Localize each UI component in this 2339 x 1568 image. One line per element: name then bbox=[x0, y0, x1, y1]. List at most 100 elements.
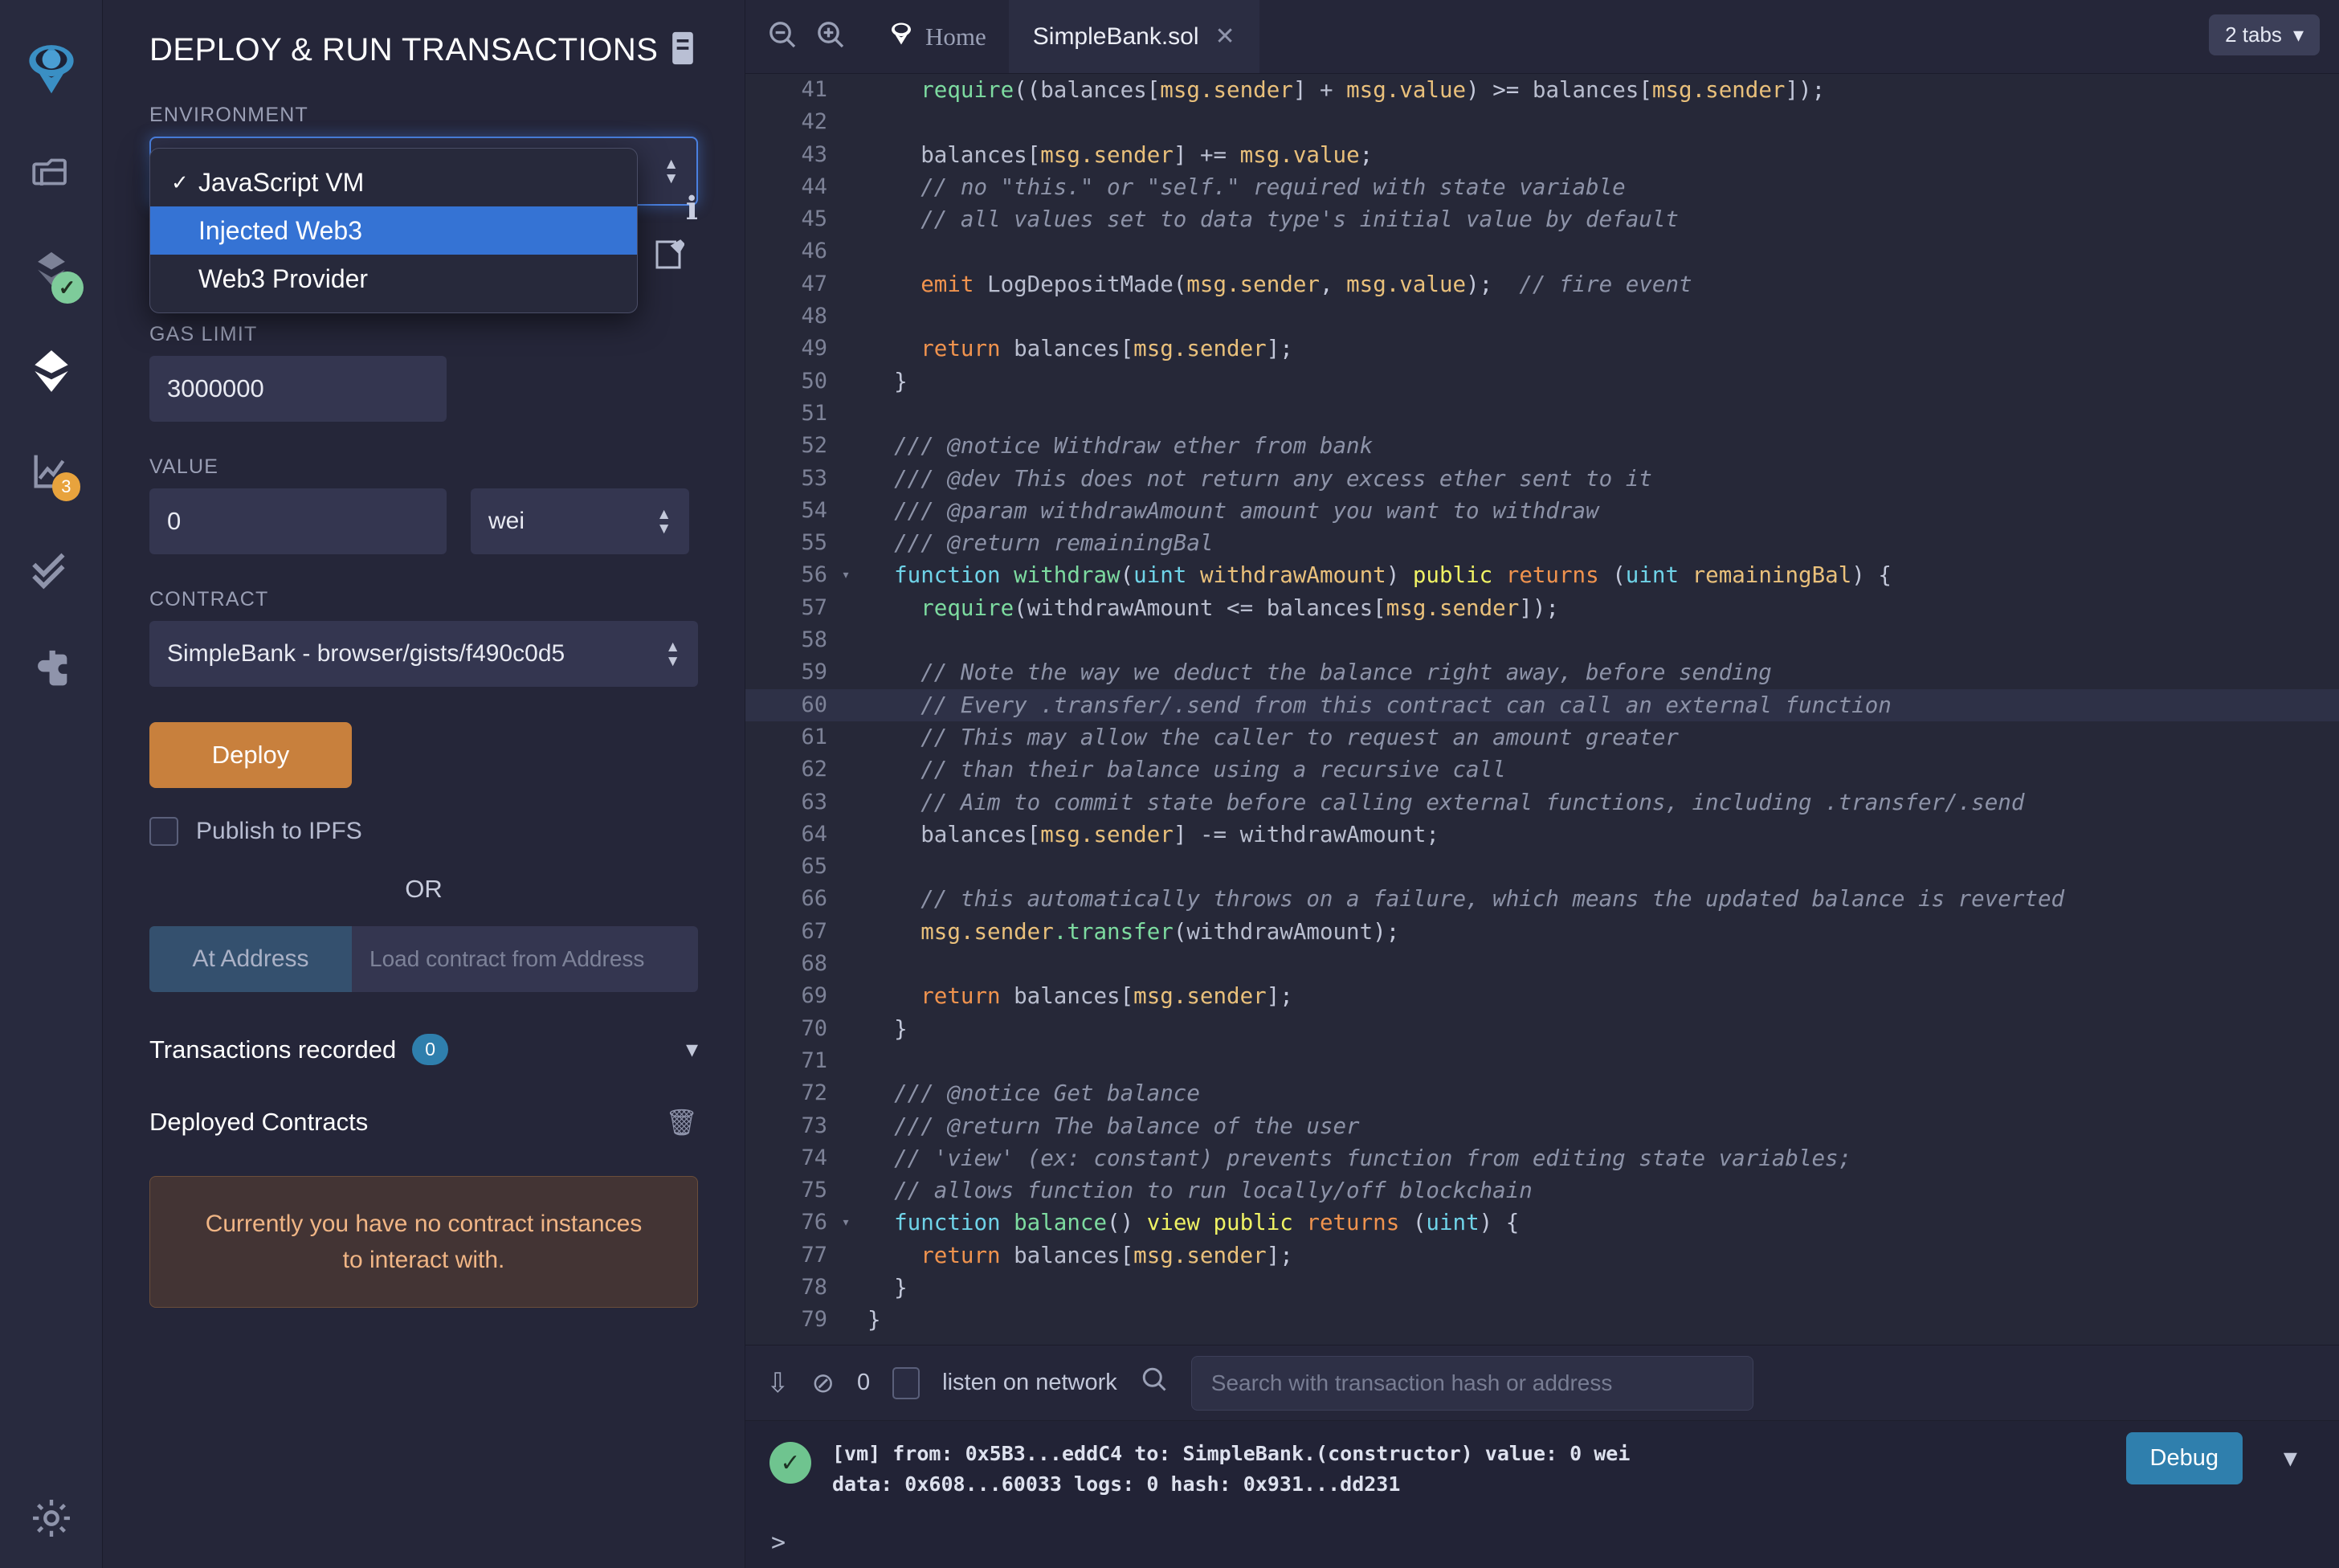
code-line[interactable]: 49 return balances[msg.sender]; bbox=[745, 333, 2339, 365]
code-line[interactable]: 63 // Aim to commit state before calling… bbox=[745, 786, 2339, 819]
dropdown-option-javascript-vm[interactable]: ✓ JavaScript VM bbox=[150, 158, 637, 206]
gas-limit-value: 3000000 bbox=[167, 374, 264, 403]
code-line[interactable]: 52 /// @notice Withdraw ether from bank bbox=[745, 430, 2339, 462]
code-line[interactable]: 78 } bbox=[745, 1272, 2339, 1304]
code-line[interactable]: 69 return balances[msg.sender]; bbox=[745, 980, 2339, 1012]
unit-spinner-icon[interactable]: ▲▼ bbox=[656, 509, 671, 534]
log-entry[interactable]: ✓ [vm] from: 0x5B3...eddC4 to: SimpleBan… bbox=[769, 1439, 2315, 1500]
tab-home[interactable]: Home bbox=[864, 0, 1009, 73]
code-line[interactable]: 51 bbox=[745, 398, 2339, 430]
code-line[interactable]: 79} bbox=[745, 1304, 2339, 1336]
deployed-contracts-row[interactable]: Deployed Contracts 🗑 bbox=[149, 1107, 698, 1137]
fold-toggle-icon[interactable]: ▾ bbox=[835, 1207, 856, 1239]
transactions-recorded-row[interactable]: Transactions recorded 0 ▾ bbox=[149, 1034, 698, 1065]
code-line[interactable]: 59 // Note the way we deduct the balance… bbox=[745, 656, 2339, 688]
document-icon[interactable] bbox=[667, 31, 698, 70]
value-unit-select[interactable]: wei ▲▼ bbox=[471, 488, 689, 554]
code-text: return balances[msg.sender]; bbox=[856, 333, 1293, 365]
value-input[interactable]: 0 bbox=[149, 488, 447, 554]
contract-spinner-icon[interactable]: ▲▼ bbox=[665, 642, 680, 667]
code-text: } bbox=[856, 1013, 908, 1045]
listen-on-network-checkbox[interactable] bbox=[892, 1367, 920, 1399]
at-address-input[interactable]: Load contract from Address bbox=[352, 926, 698, 992]
code-line[interactable]: 47 emit LogDepositMade(msg.sender, msg.v… bbox=[745, 268, 2339, 300]
deploy-button[interactable]: Deploy bbox=[149, 722, 352, 788]
code-line[interactable]: 56▾ function withdraw(uint withdrawAmoun… bbox=[745, 559, 2339, 591]
code-line[interactable]: 71 bbox=[745, 1045, 2339, 1077]
code-line[interactable]: 54 /// @param withdrawAmount amount you … bbox=[745, 495, 2339, 527]
fold-toggle-icon[interactable]: ▾ bbox=[835, 559, 856, 591]
contract-select[interactable]: SimpleBank - browser/gists/f490c0d5 ▲▼ bbox=[149, 621, 698, 687]
chevron-down-icon[interactable]: ▾ bbox=[2284, 1442, 2297, 1474]
info-icon[interactable]: ℹ bbox=[686, 190, 698, 227]
code-line[interactable]: 61 // This may allow the caller to reque… bbox=[745, 721, 2339, 753]
code-line[interactable]: 66 // this automatically throws on a fai… bbox=[745, 883, 2339, 915]
zoom-out-icon[interactable] bbox=[766, 18, 798, 55]
debug-button[interactable]: Debug bbox=[2126, 1432, 2243, 1484]
debugger-icon[interactable]: 3 bbox=[0, 421, 103, 521]
code-line[interactable]: 53 /// @dev This does not return any exc… bbox=[745, 463, 2339, 495]
code-line[interactable]: 64 balances[msg.sender] -= withdrawAmoun… bbox=[745, 819, 2339, 851]
line-number: 67 bbox=[745, 916, 835, 948]
transactions-recorded-label: Transactions recorded bbox=[149, 1035, 396, 1064]
chevrons-down-icon[interactable]: ⇩ bbox=[766, 1367, 790, 1399]
analysis-icon[interactable] bbox=[0, 521, 103, 620]
code-line[interactable]: 45 // all values set to data type's init… bbox=[745, 203, 2339, 235]
code-text: return balances[msg.sender]; bbox=[856, 980, 1293, 1012]
code-line[interactable]: 62 // than their balance using a recursi… bbox=[745, 753, 2339, 786]
search-icon[interactable] bbox=[1140, 1365, 1169, 1401]
chevron-down-icon[interactable]: ▾ bbox=[686, 1035, 698, 1064]
deployed-contracts-label: Deployed Contracts bbox=[149, 1108, 368, 1137]
solidity-compiler-icon[interactable]: ✓ bbox=[0, 222, 103, 321]
dropdown-option-web3-provider[interactable]: Web3 Provider bbox=[150, 255, 637, 303]
code-line[interactable]: 43 balances[msg.sender] += msg.value; bbox=[745, 139, 2339, 171]
code-text: // This may allow the caller to request … bbox=[856, 721, 1679, 753]
code-line[interactable]: 68 bbox=[745, 948, 2339, 980]
at-address-button[interactable]: At Address bbox=[149, 926, 352, 992]
code-line[interactable]: 48 bbox=[745, 300, 2339, 333]
code-line[interactable]: 70 } bbox=[745, 1013, 2339, 1045]
plugin-manager-icon[interactable] bbox=[0, 620, 103, 720]
code-line[interactable]: 41 require((balances[msg.sender] + msg.v… bbox=[745, 74, 2339, 106]
code-line[interactable]: 73 /// @return The balance of the user bbox=[745, 1110, 2339, 1142]
code-line[interactable]: 42 bbox=[745, 106, 2339, 138]
code-line[interactable]: 76▾ function balance() view public retur… bbox=[745, 1207, 2339, 1239]
settings-icon[interactable] bbox=[0, 1468, 103, 1568]
deploy-run-icon[interactable] bbox=[0, 321, 103, 421]
publish-ipfs-checkbox[interactable] bbox=[149, 817, 178, 846]
environment-spinner-icon[interactable]: ▲▼ bbox=[663, 159, 679, 184]
code-line[interactable]: 60 // Every .transfer/.send from this co… bbox=[745, 689, 2339, 721]
code-line[interactable]: 58 bbox=[745, 624, 2339, 656]
code-line[interactable]: 44 // no "this." or "self." required wit… bbox=[745, 171, 2339, 203]
tab-simplebank-sol[interactable]: SimpleBank.sol ✕ bbox=[1009, 0, 1259, 73]
code-line[interactable]: 75 // allows function to run locally/off… bbox=[745, 1174, 2339, 1207]
edit-icon[interactable] bbox=[652, 237, 684, 276]
line-number: 63 bbox=[745, 786, 835, 819]
code-line[interactable]: 57 require(withdrawAmount <= balances[ms… bbox=[745, 592, 2339, 624]
zoom-in-icon[interactable] bbox=[814, 18, 847, 55]
code-line[interactable]: 74 // 'view' (ex: constant) prevents fun… bbox=[745, 1142, 2339, 1174]
file-explorers-icon[interactable] bbox=[0, 122, 103, 222]
code-line[interactable]: 46 bbox=[745, 235, 2339, 267]
environment-dropdown[interactable]: ✓ JavaScript VM Injected Web3 Web3 Provi… bbox=[149, 148, 638, 313]
code-line[interactable]: 67 msg.sender.transfer(withdrawAmount); bbox=[745, 916, 2339, 948]
gas-limit-input[interactable]: 3000000 bbox=[149, 356, 447, 422]
code-line[interactable]: 72 /// @notice Get balance bbox=[745, 1077, 2339, 1109]
code-editor[interactable]: 41 require((balances[msg.sender] + msg.v… bbox=[745, 74, 2339, 1345]
close-icon[interactable]: ✕ bbox=[1215, 22, 1235, 51]
remix-logo-icon[interactable] bbox=[0, 18, 103, 122]
transaction-search-input[interactable]: Search with transaction hash or address bbox=[1191, 1356, 1753, 1411]
terminal-prompt[interactable]: > bbox=[771, 1529, 786, 1557]
code-line[interactable]: 50 } bbox=[745, 365, 2339, 398]
code-line[interactable]: 55 /// @return remainingBal bbox=[745, 527, 2339, 559]
line-number: 52 bbox=[745, 430, 835, 462]
trash-icon[interactable]: 🗑 bbox=[665, 1107, 698, 1137]
code-line[interactable]: 65 bbox=[745, 851, 2339, 883]
ban-icon[interactable]: ⊘ bbox=[812, 1367, 835, 1399]
tabs-count-dropdown[interactable]: 2 tabs ▾ bbox=[2209, 14, 2320, 55]
transactions-recorded-count: 0 bbox=[412, 1034, 448, 1065]
warning-line-2: to interact with. bbox=[171, 1242, 676, 1278]
dropdown-option-injected-web3[interactable]: Injected Web3 bbox=[150, 206, 637, 255]
publish-ipfs-row[interactable]: Publish to IPFS bbox=[149, 817, 698, 846]
code-line[interactable]: 77 return balances[msg.sender]; bbox=[745, 1239, 2339, 1272]
